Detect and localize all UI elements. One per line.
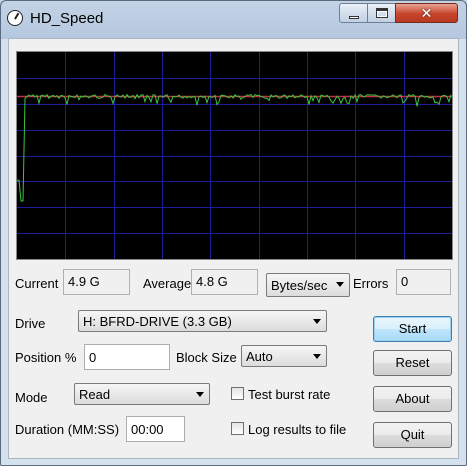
- unit-select-value: Bytes/sec: [271, 278, 328, 293]
- chevron-down-icon: [313, 354, 321, 359]
- start-button[interactable]: Start: [373, 316, 452, 342]
- block-size-select[interactable]: Auto: [241, 345, 327, 367]
- average-label: Average: [143, 276, 192, 291]
- chevron-down-icon: [336, 282, 344, 287]
- log-results-label: Log results to file: [248, 422, 347, 437]
- block-size-select-value: Auto: [246, 349, 273, 364]
- errors-label: Errors: [353, 276, 389, 291]
- current-label: Current: [15, 276, 59, 291]
- speed-graph: [16, 51, 453, 260]
- drive-select-value: H: BFRD-DRIVE (3.3 GB): [83, 314, 232, 329]
- position-input[interactable]: 0: [84, 344, 170, 370]
- drive-select[interactable]: H: BFRD-DRIVE (3.3 GB): [78, 310, 327, 332]
- log-results-checkbox[interactable]: [231, 422, 244, 435]
- errors-value: 0: [396, 269, 451, 295]
- reset-button[interactable]: Reset: [373, 350, 452, 376]
- app-window: HD_Speed ✕ Current 4.9 G Average 4.8 G B…: [0, 0, 467, 466]
- current-value: 4.9 G: [63, 269, 130, 295]
- close-button[interactable]: ✕: [395, 3, 458, 23]
- window-title: HD_Speed: [30, 10, 104, 27]
- test-burst-checkbox[interactable]: [231, 387, 244, 400]
- maximize-button[interactable]: [367, 3, 396, 23]
- mode-select[interactable]: Read: [74, 383, 210, 405]
- position-label: Position %: [15, 350, 77, 365]
- mode-label: Mode: [15, 390, 48, 405]
- close-icon: ✕: [420, 5, 433, 21]
- client-area: Current 4.9 G Average 4.8 G Bytes/sec Er…: [8, 38, 459, 459]
- about-button[interactable]: About: [373, 386, 452, 412]
- duration-label: Duration (MM:SS): [15, 422, 120, 437]
- title-bar[interactable]: HD_Speed ✕: [1, 1, 466, 37]
- drive-label: Drive: [15, 316, 46, 331]
- stopwatch-icon: [7, 10, 23, 26]
- block-size-label: Block Size: [176, 350, 237, 365]
- average-value: 4.8 G: [191, 269, 258, 295]
- speed-trace: [17, 93, 452, 202]
- speed-graph-canvas: [17, 52, 452, 259]
- chevron-down-icon: [196, 392, 204, 397]
- duration-input[interactable]: 00:00: [126, 416, 185, 442]
- unit-select[interactable]: Bytes/sec: [266, 273, 350, 297]
- chevron-down-icon: [313, 319, 321, 324]
- test-burst-label: Test burst rate: [248, 387, 331, 402]
- minimize-button[interactable]: [339, 3, 368, 23]
- mode-select-value: Read: [79, 387, 111, 402]
- quit-button[interactable]: Quit: [373, 422, 452, 448]
